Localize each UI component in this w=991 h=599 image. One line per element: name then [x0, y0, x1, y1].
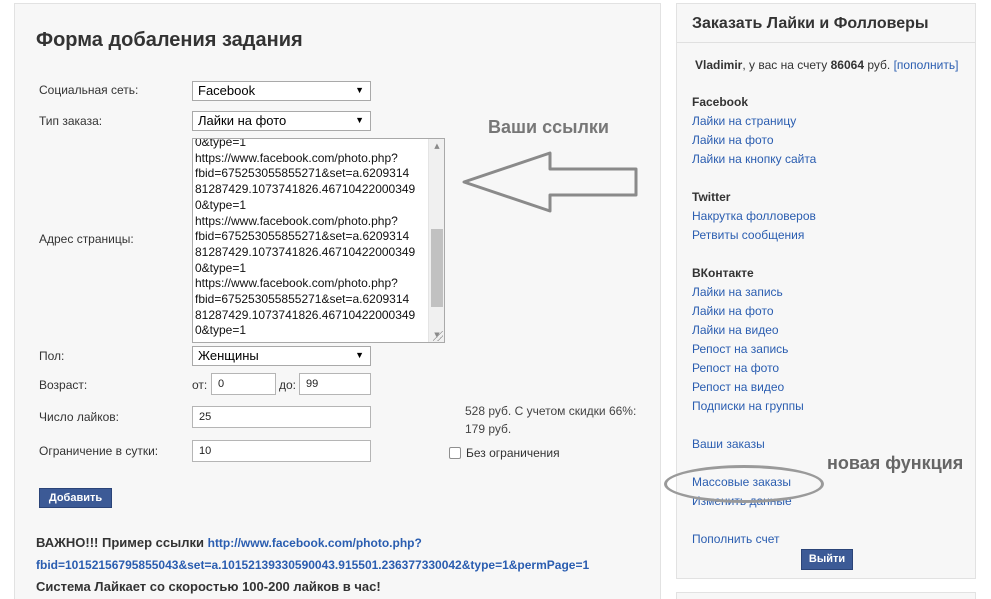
gender-label: Пол:: [39, 349, 65, 363]
new-feature-annotation: новая функция: [827, 453, 964, 473]
dropdown-arrow-icon: ▼: [355, 85, 364, 95]
sidebar-title: Заказать Лайки и Фолловеры: [692, 15, 929, 32]
account-info: Vladimir, у вас на счету 86064 руб. [поп…: [695, 58, 958, 72]
balance-currency: руб.: [867, 58, 891, 72]
order-sidebar: Заказать Лайки и Фолловеры Vladimir, у в…: [664, 3, 976, 579]
page-title: Форма добаления задания: [36, 29, 303, 51]
page-address-label: Адрес страницы:: [39, 232, 134, 246]
username: Vladimir: [695, 58, 743, 72]
no-limit-checkbox[interactable]: [449, 447, 461, 459]
age-to-label: до:: [279, 378, 297, 392]
example-link-continued[interactable]: fbid=10152156795855043&set=a.10152139330…: [36, 558, 589, 572]
daily-limit-label: Ограничение в сутки:: [39, 444, 159, 458]
sidebar-item-your-orders[interactable]: Ваши заказы: [692, 437, 765, 451]
sidebar-item-vk-post-likes[interactable]: Лайки на запись: [692, 285, 783, 299]
topup-link[interactable]: [пополнить]: [894, 58, 959, 72]
textarea-scrollbar[interactable]: ▲ ▼: [428, 139, 444, 342]
order-type-label: Тип заказа:: [39, 114, 103, 128]
no-limit-label[interactable]: Без ограничения: [466, 446, 560, 460]
page-address-textarea[interactable]: 0&type=1 https://www.facebook.com/photo.…: [192, 138, 445, 343]
price-full: 528 руб. С учетом скидки 66%:: [465, 404, 637, 418]
sidebar-item-vk-video-likes[interactable]: Лайки на видео: [692, 323, 779, 337]
sidebar-item-topup-account[interactable]: Пополнить счет: [692, 532, 780, 546]
price-discounted: 179 руб.: [465, 422, 512, 436]
social-network-select[interactable]: Facebook ▼: [192, 81, 371, 101]
exit-button[interactable]: Выйти: [801, 549, 853, 570]
divider: [677, 42, 975, 43]
age-from-label: от:: [192, 378, 208, 392]
scroll-up-icon[interactable]: ▲: [429, 139, 444, 153]
important-note: ВАЖНО!!! Пример ссылки http://www.facebo…: [36, 532, 589, 597]
gender-value: Женщины: [198, 348, 259, 363]
order-type-select[interactable]: Лайки на фото ▼: [192, 111, 371, 131]
important-prefix: ВАЖНО!!! Пример ссылки: [36, 535, 204, 550]
resize-grip-icon[interactable]: [433, 331, 443, 341]
gender-select[interactable]: Женщины ▼: [192, 346, 371, 366]
likes-count-label: Число лайков:: [39, 410, 119, 424]
social-network-label: Социальная сеть:: [39, 83, 139, 97]
your-links-annotation: Ваши ссылки: [488, 117, 609, 137]
sidebar-item-vk-photo-likes[interactable]: Лайки на фото: [692, 304, 774, 318]
dropdown-arrow-icon: ▼: [355, 350, 364, 360]
sidebar-item-vk-video-reposts[interactable]: Репост на видео: [692, 380, 784, 394]
price-info: 528 руб. С учетом скидки 66%: 179 руб.: [465, 402, 636, 438]
speed-note: Система Лайкает со скоростью 100-200 лай…: [36, 579, 381, 594]
sidebar-item-vk-group-subscriptions[interactable]: Подписки на группы: [692, 399, 804, 413]
sidebar-item-tw-followers[interactable]: Накрутка фолловеров: [692, 209, 816, 223]
left-arrow-icon: [462, 151, 638, 213]
sidebar-item-vk-post-reposts[interactable]: Репост на запись: [692, 342, 788, 356]
sidebar-item-fb-button-likes[interactable]: Лайки на кнопку сайта: [692, 152, 816, 166]
sidebar-item-fb-page-likes[interactable]: Лайки на страницу: [692, 114, 796, 128]
balance-amount: 86064: [830, 58, 864, 72]
likes-count-input[interactable]: 25: [192, 406, 371, 428]
sidebar-item-fb-photo-likes[interactable]: Лайки на фото: [692, 133, 774, 147]
order-form-panel: Форма добаления задания Социальная сеть:…: [14, 3, 661, 599]
highlight-oval: [664, 465, 824, 503]
dropdown-arrow-icon: ▼: [355, 115, 364, 125]
age-from-input[interactable]: 0: [211, 373, 276, 395]
order-type-value: Лайки на фото: [198, 113, 287, 128]
scrollbar-thumb[interactable]: [431, 229, 443, 307]
section-facebook: Facebook: [692, 95, 749, 109]
add-button[interactable]: Добавить: [39, 488, 112, 508]
daily-limit-input[interactable]: 10: [192, 440, 371, 462]
sidebar-item-vk-photo-reposts[interactable]: Репост на фото: [692, 361, 779, 375]
section-twitter: Twitter: [692, 190, 731, 204]
age-label: Возраст:: [39, 378, 88, 392]
section-vkontakte: ВКонтакте: [692, 266, 754, 280]
page-address-value: 0&type=1 https://www.facebook.com/photo.…: [195, 138, 416, 338]
sidebar-item-tw-retweets[interactable]: Ретвиты сообщения: [692, 228, 804, 242]
age-to-input[interactable]: 99: [299, 373, 371, 395]
social-network-value: Facebook: [198, 83, 256, 98]
example-link[interactable]: http://www.facebook.com/photo.php?: [208, 536, 422, 550]
balance-text: , у вас на счету: [742, 58, 828, 72]
secondary-panel: [676, 592, 976, 599]
